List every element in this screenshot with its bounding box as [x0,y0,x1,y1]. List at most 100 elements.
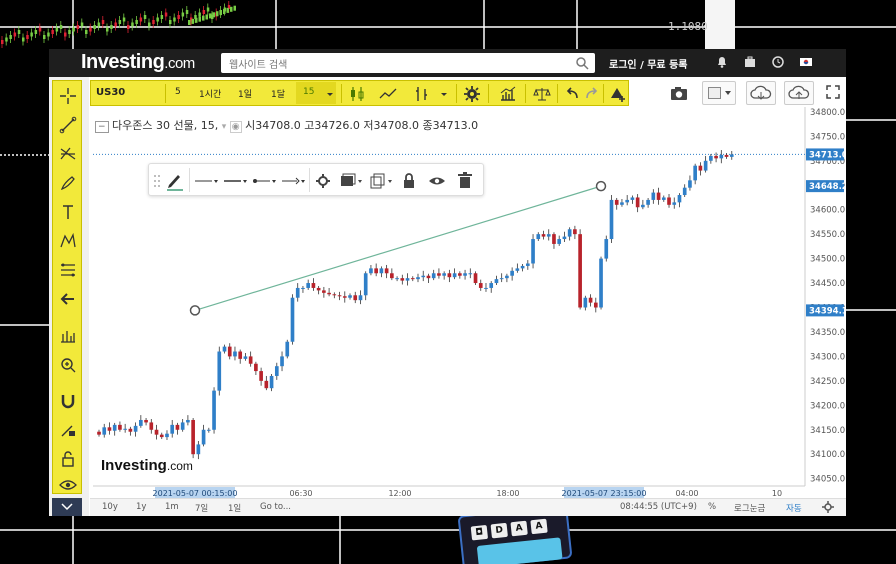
line-width-icon[interactable] [194,171,220,191]
candle-body [259,371,263,381]
auto-scale-toggle[interactable]: 자동 [786,502,802,514]
candle-body [698,165,703,171]
candle-body [531,239,535,264]
candle-body [217,351,222,391]
low-value: 34708.0 [373,119,420,132]
bg-candle-body [1,40,4,44]
goto-button[interactable]: Go to... [260,502,291,512]
candle-body [515,268,520,271]
candle-body [651,192,656,200]
lock-icon[interactable] [399,171,419,191]
range-1m[interactable]: 1m [165,502,179,512]
candle-body [426,275,431,279]
candle-body [583,297,588,308]
candle-body [112,424,117,431]
price-tick-label: 34200.0 [810,401,845,411]
hide-eye-icon[interactable] [427,171,447,191]
bg-candle-body [89,27,92,32]
bg-candle-body [64,32,67,37]
price-tag-label: 34713.0 [809,150,846,160]
pencil-color-icon[interactable] [165,171,185,191]
candle-body [133,425,138,432]
info-caret-icon[interactable]: ▾ [222,122,227,132]
log-scale-toggle[interactable]: 로그눈금 [734,502,765,514]
price-tick-label: 34350.0 [810,328,845,338]
drag-handle-icon[interactable] [153,171,161,191]
template-icon[interactable] [339,171,367,191]
candle-body [363,273,368,296]
collapse-toggle[interactable]: − [95,121,109,133]
settings-icon[interactable] [822,501,834,513]
bg-candle-body [223,9,226,14]
bg-candle-body [188,20,191,25]
candle-body [614,199,619,205]
candle-body [667,197,671,205]
candle-body [484,287,488,289]
chart-bottom-bar: 10y 1y 1m 7일 1일 Go to... 08:44:55 (UTC+9… [90,498,846,516]
candle-body [588,297,593,303]
candle-body [656,192,661,200]
price-tick-label: 34750.0 [810,132,845,142]
candle-body [280,356,284,367]
line-style-icon[interactable] [223,171,249,191]
price-tick-label: 34500.0 [810,255,845,265]
settings-gear-icon[interactable] [313,171,333,191]
candle-body [170,424,175,434]
bg-candle-body [205,14,208,20]
trash-icon[interactable] [455,171,475,191]
candle-body [269,375,274,389]
candle-body [274,366,279,376]
eye-toggle-icon[interactable]: ◉ [229,121,242,133]
candle-series [97,150,734,460]
price-tick-label: 34150.0 [810,426,845,436]
bg-candle-body [219,10,222,16]
candle-body [525,263,530,266]
candle-body [290,297,295,342]
bg-candle-body [22,37,25,42]
bg-candle-body [97,22,101,27]
candle-body [510,270,514,276]
bg-candle-body [226,7,229,13]
candle-body [552,234,556,244]
candle-body [165,433,169,438]
bg-candle-body [139,17,143,22]
candle-body [107,427,112,431]
bg-candle-body [85,30,88,34]
bg-candle-body [17,30,21,34]
range-10y[interactable]: 10y [102,502,118,512]
percent-toggle[interactable]: % [708,502,716,512]
price-tag-label: 34648.2 [809,182,846,192]
candle-body [175,424,180,430]
range-1y[interactable]: 1y [136,502,146,512]
bg-candle-body [51,30,54,34]
candle-body [390,273,394,279]
bg-candle-body [198,12,201,17]
bg-candle-body [156,17,159,22]
candle-body [191,419,195,455]
watermark-main: Investing [101,457,167,474]
line-end-style-icon[interactable] [281,171,307,191]
range-1d[interactable]: 1일 [228,502,241,514]
price-tick-label: 34050.0 [810,475,845,485]
line-start-style-icon[interactable] [252,171,278,191]
candle-body [379,268,384,274]
bg-candle-body [202,10,206,14]
bg-candle-body [135,20,138,24]
candle-body [222,346,227,352]
bg-candle-body [173,17,176,22]
candle-body [264,380,269,389]
open-value: 34708.0 [255,119,301,132]
price-tick-label: 34300.0 [810,352,845,362]
trendline-start-handle[interactable] [189,305,201,316]
price-tick-label: 34800.0 [810,108,845,118]
trendline-end-handle[interactable] [595,180,607,192]
trendline[interactable] [194,185,602,311]
clone-icon[interactable] [369,171,397,191]
candle-body [468,273,473,275]
bg-candle-body [181,12,185,17]
candle-body [541,234,546,237]
candle-body [536,234,541,240]
candle-body [599,258,603,308]
range-7d[interactable]: 7일 [195,502,208,514]
background-price-label: 1.1080 [668,20,708,33]
